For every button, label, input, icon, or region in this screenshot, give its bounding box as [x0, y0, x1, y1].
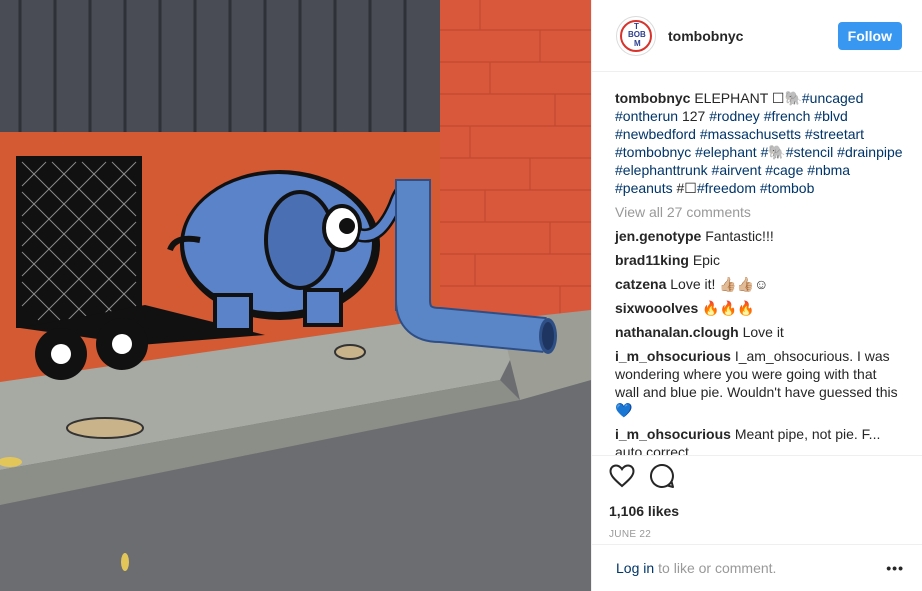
post-actions: 1,106 likes JUNE 22 [592, 455, 922, 540]
comment-item: jen.genotype Fantastic!!! [615, 227, 904, 245]
post-footer: Log in to like or comment. ••• [592, 544, 922, 591]
peanut-stencil [334, 344, 366, 360]
hashtag[interactable]: #elephanttrunk [615, 162, 708, 178]
comment-text: Epic [692, 252, 721, 268]
hashtag[interactable]: #blvd [814, 108, 847, 124]
hashtag[interactable]: #freedom [697, 180, 756, 196]
hashtag[interactable]: #drainpipe [837, 144, 902, 160]
comment-text: 🔥🔥🔥 [702, 300, 755, 316]
comment-text: Love it [742, 324, 784, 340]
hashtag[interactable]: #airvent [712, 162, 762, 178]
comment-item: nathanalan.clough Love it [615, 323, 904, 341]
post-sidebar: T BOB M tombobnyc Follow tombobnyc ELEPH… [591, 0, 922, 591]
comment-item: sixwooolves 🔥🔥🔥 [615, 299, 904, 317]
login-prompt-text: to like or comment. [658, 560, 777, 576]
hashtag-emoji[interactable]: #🐘 [761, 144, 786, 160]
post-container: T BOB M tombobnyc Follow tombobnyc ELEPH… [0, 0, 922, 591]
caption-number: 127 [681, 108, 706, 124]
comment-username[interactable]: nathanalan.clough [615, 324, 739, 340]
street-art-photo [0, 0, 591, 591]
hashtag[interactable]: #rodney [709, 108, 760, 124]
comment-username[interactable]: i_m_ohsocurious [615, 426, 731, 442]
air-vent-cage [16, 156, 142, 328]
comment-text: Fantastic!!! [705, 228, 774, 244]
caption-username[interactable]: tombobnyc [615, 90, 690, 106]
comment-item: catzena Love it! 👍🏼👍🏼☺ [615, 275, 904, 293]
comment-username[interactable]: i_m_ohsocurious [615, 348, 731, 364]
post-username[interactable]: tombobnyc [668, 28, 838, 44]
comment-username[interactable]: catzena [615, 276, 666, 292]
hashtag[interactable]: #massachusetts [700, 126, 801, 142]
hashtag[interactable]: #ontherun [615, 108, 678, 124]
follow-button[interactable]: Follow [837, 21, 902, 50]
peanut-stencil [66, 417, 144, 439]
comment-username[interactable]: jen.genotype [615, 228, 701, 244]
peanut-piece [121, 553, 129, 571]
comment-item: i_m_ohsocurious Meant pipe, not pie. F..… [615, 425, 904, 455]
comment-text: Love it! 👍🏼👍🏼☺ [670, 276, 769, 292]
view-all-comments-link[interactable]: View all 27 comments [615, 203, 904, 221]
login-link[interactable]: Log in [616, 560, 654, 576]
comment-item: brad11king Epic [615, 251, 904, 269]
avatar[interactable]: T BOB M [616, 15, 656, 56]
like-count[interactable]: 1,106 likes [609, 503, 922, 519]
hashtag[interactable]: #tombobnyc [615, 144, 691, 160]
hashtag[interactable]: #stencil [786, 144, 833, 160]
hashtag[interactable]: #elephant [695, 144, 757, 160]
hashtag-emoji: #☐ [676, 180, 697, 196]
hashtag[interactable]: #uncaged [802, 90, 864, 106]
hashtag[interactable]: #cage [765, 162, 803, 178]
hashtag[interactable]: #streetart [805, 126, 864, 142]
hashtag[interactable]: #newbedford [615, 126, 696, 142]
hashtag[interactable]: #nbma [807, 162, 850, 178]
caption-text: ELEPHANT ☐🐘 [694, 90, 802, 106]
hashtag[interactable]: #tombob [760, 180, 814, 196]
post-caption: tombobnyc ELEPHANT ☐🐘#uncaged #ontherun … [615, 89, 904, 197]
post-date: JUNE 22 [609, 529, 652, 540]
hashtag[interactable]: #french [764, 108, 811, 124]
comments-area[interactable]: tombobnyc ELEPHANT ☐🐘#uncaged #ontherun … [592, 73, 922, 455]
avatar-letters-middle: BOB [628, 29, 646, 39]
comment-username[interactable]: sixwooolves [615, 300, 698, 316]
metal-siding [0, 0, 440, 132]
comment-username[interactable]: brad11king [615, 252, 689, 268]
post-header: T BOB M tombobnyc Follow [592, 0, 922, 72]
comment-item: i_m_ohsocurious I_am_ohsocurious. I was … [615, 347, 904, 419]
post-photo[interactable] [0, 0, 591, 591]
brick-wall [420, 0, 591, 340]
more-options-icon[interactable]: ••• [886, 560, 904, 576]
action-icons [609, 463, 922, 494]
heart-icon[interactable] [609, 463, 635, 493]
avatar-letter-bottom: M [634, 38, 641, 48]
hashtag[interactable]: #peanuts [615, 180, 673, 196]
comment-icon[interactable] [649, 463, 675, 494]
